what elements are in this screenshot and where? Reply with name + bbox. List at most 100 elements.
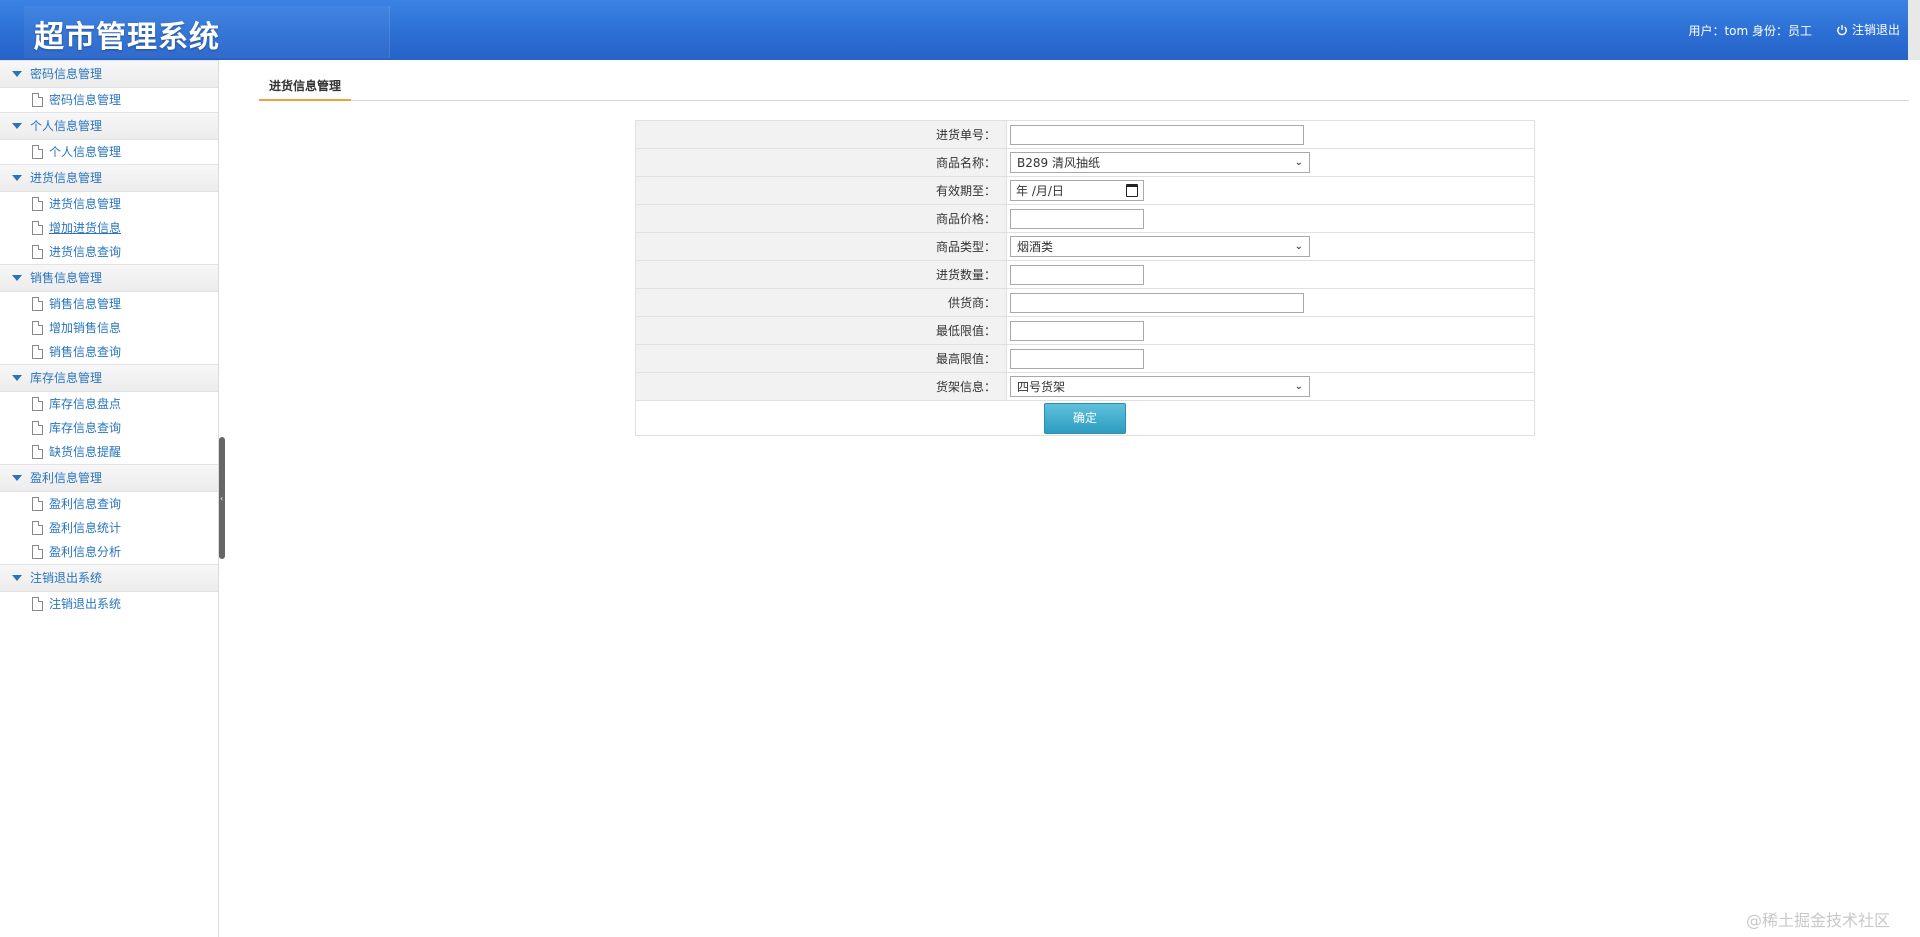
sidebar-group-profit[interactable]: 盈利信息管理 <box>0 464 218 492</box>
sidebar-group-sales[interactable]: 销售信息管理 <box>0 264 218 292</box>
sidebar-group-label: 销售信息管理 <box>30 271 103 285</box>
app-title: 超市管理系统 <box>34 20 220 55</box>
sidebar-group-logout[interactable]: 注销退出系统 <box>0 564 218 592</box>
watermark: @稀土掘金技术社区 <box>1745 911 1890 930</box>
sidebar-item-sales-add[interactable]: 增加销售信息 <box>0 316 218 340</box>
sidebar-item-sales-manage[interactable]: 销售信息管理 <box>0 292 218 316</box>
min-limit-input[interactable] <box>1010 320 1144 341</box>
select-value: 四号货架 <box>1017 380 1066 394</box>
calendar-icon[interactable] <box>1126 184 1138 197</box>
shelf-label: 货架信息： <box>635 372 1007 401</box>
sidebar-group-label: 密码信息管理 <box>30 67 103 81</box>
confirm-button[interactable]: 确定 <box>1044 402 1126 434</box>
sidebar-item-purchase-manage[interactable]: 进货信息管理 <box>0 192 218 216</box>
sidebar-item-label: 增加销售信息 <box>49 321 122 335</box>
form-row: 有效期至： 年 /月/日 <box>635 176 1535 205</box>
document-icon <box>32 421 43 435</box>
sidebar-item-logout[interactable]: 注销退出系统 <box>0 592 218 616</box>
sidebar-item-password-manage[interactable]: 密码信息管理 <box>0 88 218 112</box>
sidebar-item-profit-stats[interactable]: 盈利信息统计 <box>0 516 218 540</box>
triangle-down-icon <box>12 275 22 281</box>
triangle-down-icon <box>12 71 22 77</box>
price-label: 商品价格： <box>635 204 1007 233</box>
document-icon <box>32 221 43 235</box>
product-name-label: 商品名称： <box>635 148 1007 177</box>
form-row: 商品价格： <box>635 204 1535 233</box>
max-limit-label: 最高限值： <box>635 344 1007 373</box>
supplier-input[interactable] <box>1010 292 1304 313</box>
chevron-down-icon: ⌄ <box>1294 241 1303 252</box>
triangle-down-icon <box>12 375 22 381</box>
expiry-label: 有效期至： <box>635 176 1007 205</box>
sidebar-group-password[interactable]: 密码信息管理 <box>0 60 218 88</box>
quantity-label: 进货数量： <box>635 260 1007 289</box>
sidebar-group-personal[interactable]: 个人信息管理 <box>0 112 218 140</box>
sidebar-group-label: 注销退出系统 <box>30 571 103 585</box>
logout-label: 注销退出 <box>1851 23 1900 37</box>
document-icon <box>32 545 43 559</box>
price-input[interactable] <box>1010 208 1144 229</box>
collapse-arrow-icon[interactable]: ‹ <box>220 494 223 503</box>
chevron-down-icon: ⌄ <box>1294 381 1303 392</box>
form-row: 商品名称： B289 清风抽纸 ⌄ <box>635 148 1535 177</box>
top-header: 超市管理系统 用户：tom 身份：员工 注销退出 <box>0 0 1920 60</box>
sidebar-item-purchase-add[interactable]: 增加进货信息 <box>0 216 218 240</box>
sidebar-group-label: 进货信息管理 <box>30 171 103 185</box>
document-icon <box>32 321 43 335</box>
power-icon <box>1837 24 1847 35</box>
document-icon <box>32 145 43 159</box>
tab-purchase-manage[interactable]: 进货信息管理 <box>259 74 352 101</box>
sidebar-group-label: 库存信息管理 <box>30 371 103 385</box>
type-label: 商品类型： <box>635 232 1007 261</box>
sidebar-item-label: 增加进货信息 <box>49 221 122 235</box>
select-value: B289 清风抽纸 <box>1017 156 1100 170</box>
form-row: 供货商： <box>635 288 1535 317</box>
sidebar-item-sales-query[interactable]: 销售信息查询 <box>0 340 218 364</box>
document-icon <box>32 521 43 535</box>
select-value: 烟酒类 <box>1017 240 1054 254</box>
sidebar-group-inventory[interactable]: 库存信息管理 <box>0 364 218 392</box>
sidebar-item-label: 缺货信息提醒 <box>49 445 122 459</box>
order-no-input[interactable] <box>1010 124 1304 145</box>
sidebar-item-label: 盈利信息查询 <box>49 497 122 511</box>
sidebar-item-personal-manage[interactable]: 个人信息管理 <box>0 140 218 164</box>
sidebar-item-purchase-query[interactable]: 进货信息查询 <box>0 240 218 264</box>
sidebar-item-label: 进货信息管理 <box>49 197 122 211</box>
quantity-input[interactable] <box>1010 264 1144 285</box>
document-icon <box>32 445 43 459</box>
sidebar-item-shortage-alert[interactable]: 缺货信息提醒 <box>0 440 218 464</box>
form-row: 进货数量： <box>635 260 1535 289</box>
sidebar-group-label: 盈利信息管理 <box>30 471 103 485</box>
order-no-label: 进货单号： <box>635 120 1007 149</box>
sidebar-group-label: 个人信息管理 <box>30 119 103 133</box>
max-limit-input[interactable] <box>1010 348 1144 369</box>
sidebar-item-inventory-check[interactable]: 库存信息盘点 <box>0 392 218 416</box>
sidebar-item-profit-query[interactable]: 盈利信息查询 <box>0 492 218 516</box>
product-name-select[interactable]: B289 清风抽纸 ⌄ <box>1010 152 1310 173</box>
sidebar-group-purchase[interactable]: 进货信息管理 <box>0 164 218 192</box>
form-row: 货架信息： 四号货架 ⌄ <box>635 372 1535 401</box>
document-icon <box>32 93 43 107</box>
document-icon <box>32 497 43 511</box>
triangle-down-icon <box>12 123 22 129</box>
sidebar-item-profit-analysis[interactable]: 盈利信息分析 <box>0 540 218 564</box>
scrollbar-track[interactable] <box>1908 0 1920 60</box>
product-type-select[interactable]: 烟酒类 ⌄ <box>1010 236 1310 257</box>
document-icon <box>32 345 43 359</box>
triangle-down-icon <box>12 175 22 181</box>
date-placeholder: 年 /月/日 <box>1016 184 1064 198</box>
document-icon <box>32 245 43 259</box>
sidebar-item-inventory-query[interactable]: 库存信息查询 <box>0 416 218 440</box>
sidebar-item-label: 库存信息盘点 <box>49 397 122 411</box>
sidebar-item-label: 密码信息管理 <box>49 93 122 107</box>
expiry-date-input[interactable]: 年 /月/日 <box>1010 180 1144 201</box>
sidebar-item-label: 注销退出系统 <box>49 597 122 611</box>
sidebar: 密码信息管理 密码信息管理 个人信息管理 个人信息管理 进货信息管理 进货信息管… <box>0 60 219 937</box>
form-row: 进货单号： <box>635 120 1535 149</box>
sidebar-item-label: 个人信息管理 <box>49 145 122 159</box>
purchase-form: 进货单号： 商品名称： B289 清风抽纸 ⌄ 有效期至： 年 /月/日 商品价… <box>635 120 1535 436</box>
logout-link[interactable]: 注销退出 <box>1836 21 1900 38</box>
sidebar-item-label: 销售信息管理 <box>49 297 122 311</box>
shelf-select[interactable]: 四号货架 ⌄ <box>1010 376 1310 397</box>
chevron-down-icon: ⌄ <box>1294 157 1303 168</box>
